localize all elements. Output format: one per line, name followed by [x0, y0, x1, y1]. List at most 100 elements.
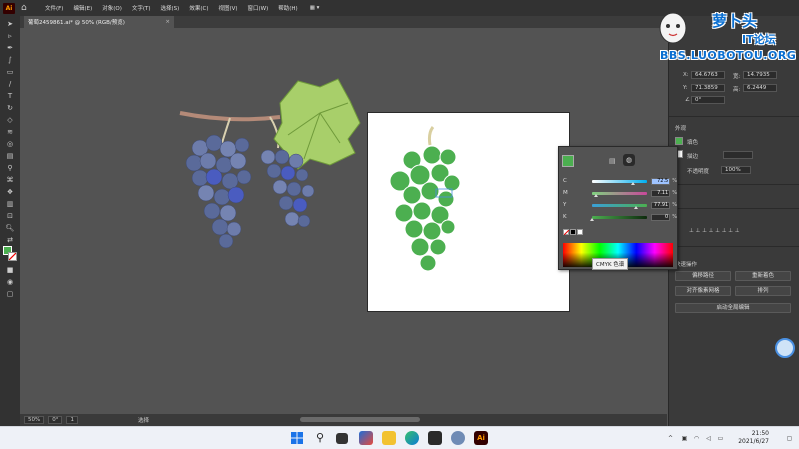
yellow-value-input[interactable]: 77.91 — [650, 201, 671, 209]
home-icon[interactable]: ⌂ — [21, 3, 31, 13]
y-input[interactable]: 71.3859 — [691, 84, 725, 92]
opacity-input[interactable]: 100% — [721, 166, 751, 174]
system-clock[interactable]: 21:50 2021/6/27 — [738, 430, 769, 446]
height-label: 高: — [733, 87, 741, 93]
wifi-icon[interactable]: ◠ — [693, 435, 700, 442]
artboard[interactable] — [367, 112, 570, 312]
mascot-logo — [659, 9, 687, 44]
menu-effect[interactable]: 效果(C) — [189, 4, 208, 12]
arrange-button[interactable]: 排列 — [735, 286, 791, 296]
pen-tool-icon[interactable]: ✒ — [5, 44, 15, 52]
fill-swatch[interactable] — [675, 137, 683, 145]
zoom-level[interactable]: 50% — [24, 416, 45, 424]
draw-mode-icon[interactable]: ◉ — [5, 278, 15, 286]
volume-icon[interactable]: ◁ — [705, 435, 712, 442]
symbol-sprayer-tool-icon[interactable]: ❖ — [5, 188, 15, 196]
menu-object[interactable]: 对象(O) — [102, 4, 122, 12]
horizontal-scrollbar[interactable] — [300, 417, 420, 422]
tray-chevron-icon[interactable]: ^ — [667, 435, 674, 442]
type-tool-icon[interactable]: T — [5, 92, 15, 100]
magenta-slider[interactable] — [592, 191, 647, 197]
width-tool-icon[interactable]: ≋ — [5, 128, 15, 136]
color-panel[interactable]: ▤ ◍ C 72.5 % M 7.11 % Y 77.91 % K 0 % — [558, 146, 678, 270]
shape-builder-tool-icon[interactable]: ◎ — [5, 140, 15, 148]
edge-browser-icon[interactable] — [405, 431, 419, 445]
active-color-swatch[interactable] — [562, 155, 574, 167]
width-input[interactable]: 14.7935 — [743, 71, 777, 79]
offset-path-button[interactable]: 偏移路径 — [675, 271, 731, 281]
angle-input[interactable]: 0° — [691, 96, 725, 104]
black-slider-knob[interactable] — [590, 217, 595, 221]
blend-tool-icon[interactable]: ⌘ — [5, 176, 15, 184]
yellow-slider[interactable] — [592, 203, 647, 209]
color-mode-palette-icon[interactable]: ◍ — [623, 154, 635, 166]
recolor-button[interactable]: 重新着色 — [735, 271, 791, 281]
illustrator-app-icon[interactable]: Ai — [474, 431, 488, 445]
curvature-tool-icon[interactable]: ∫ — [5, 56, 15, 64]
none-swatch[interactable] — [563, 229, 570, 236]
screen-mode-icon[interactable]: ▢ — [5, 290, 15, 298]
battery-icon[interactable]: ▭ — [717, 435, 724, 442]
menu-file[interactable]: 文件(F) — [45, 4, 63, 12]
black-value-input[interactable]: 0 — [650, 213, 671, 221]
zoom-tool-icon[interactable]: 🔍︎ — [5, 224, 15, 232]
height-input[interactable]: 6.2449 — [743, 84, 777, 92]
align-icons[interactable]: ⊥ ⊥ ⊥ ⊥ ⊥ ⊥ ⊥ ⊥ — [689, 228, 740, 234]
paintbrush-tool-icon[interactable]: / — [5, 80, 15, 88]
grape-illustration[interactable] — [170, 73, 370, 273]
gradient-tool-icon[interactable]: ▤ — [5, 152, 15, 160]
document-tab[interactable]: 葡萄2459861.ai* @ 50% (RGB/预览) × — [24, 16, 174, 28]
section-divider — [669, 116, 799, 117]
widgets-icon[interactable] — [359, 431, 373, 445]
rectangle-tool-icon[interactable]: ▭ — [5, 68, 15, 76]
black-swatch[interactable] — [570, 229, 576, 235]
magenta-slider-knob[interactable] — [594, 193, 599, 197]
artboard-tool-icon[interactable]: ⊡ — [5, 212, 15, 220]
store-icon[interactable] — [428, 431, 442, 445]
cyan-slider[interactable] — [592, 179, 647, 185]
file-explorer-icon[interactable] — [382, 431, 396, 445]
swap-colors-icon[interactable]: ⇄ — [5, 236, 15, 244]
notification-icon[interactable]: ▢ — [786, 435, 793, 442]
stroke-weight-input[interactable] — [723, 151, 753, 159]
color-guide-icon[interactable]: ▤ — [609, 157, 616, 165]
start-menu-icon[interactable] — [290, 431, 304, 445]
selection-tool-icon[interactable]: ➤ — [5, 20, 15, 28]
column-graph-tool-icon[interactable]: ▥ — [5, 200, 15, 208]
cyan-value-input[interactable]: 72.5 — [650, 177, 671, 185]
yellow-slider-knob[interactable] — [633, 205, 638, 209]
menu-window[interactable]: 窗口(W) — [248, 4, 269, 12]
assistant-icon[interactable] — [775, 338, 795, 358]
section-divider — [669, 208, 799, 209]
menu-help[interactable]: 帮助(H) — [278, 4, 297, 12]
menu-view[interactable]: 视图(V) — [218, 4, 237, 12]
eraser-tool-icon[interactable]: ◇ — [5, 116, 15, 124]
workspace-switcher-icon[interactable]: ▦ ▾ — [310, 5, 320, 11]
rotation-level[interactable]: 0° — [48, 416, 63, 424]
stroke-color-swatch[interactable] — [8, 252, 17, 261]
menu-type[interactable]: 文字(T) — [132, 4, 151, 12]
direct-selection-tool-icon[interactable]: ▹ — [5, 32, 15, 40]
align-pixel-grid-button[interactable]: 对齐像素网格 — [675, 286, 731, 296]
search-icon[interactable]: ⚲ — [313, 431, 327, 445]
magenta-value-input[interactable]: 7.11 — [650, 189, 671, 197]
eyedropper-tool-icon[interactable]: ⚲ — [5, 164, 15, 172]
clock-time: 21:50 — [751, 430, 769, 437]
green-grape-drawing[interactable] — [368, 113, 571, 313]
color-mode-icon[interactable]: ■ — [5, 266, 15, 274]
menu-select[interactable]: 选择(S) — [161, 4, 180, 12]
settings-gear-icon[interactable] — [451, 431, 465, 445]
white-swatch[interactable] — [577, 229, 583, 235]
close-tab-icon[interactable]: × — [165, 19, 170, 25]
tray-app-icon[interactable]: ▣ — [681, 435, 688, 442]
start-global-edit-button[interactable]: 启动全局编辑 — [675, 303, 791, 313]
black-slider[interactable] — [590, 215, 647, 221]
menu-edit[interactable]: 编辑(E) — [73, 4, 92, 12]
status-bar: 50% 0° 1 选择 — [20, 414, 667, 426]
cyan-slider-knob[interactable] — [630, 181, 635, 185]
artboard-navigator[interactable]: 1 — [66, 416, 78, 424]
app-logo: Ai — [3, 2, 15, 14]
x-input[interactable]: 64.6763 — [691, 71, 725, 79]
rotate-tool-icon[interactable]: ↻ — [5, 104, 15, 112]
task-view-icon[interactable] — [336, 433, 348, 444]
